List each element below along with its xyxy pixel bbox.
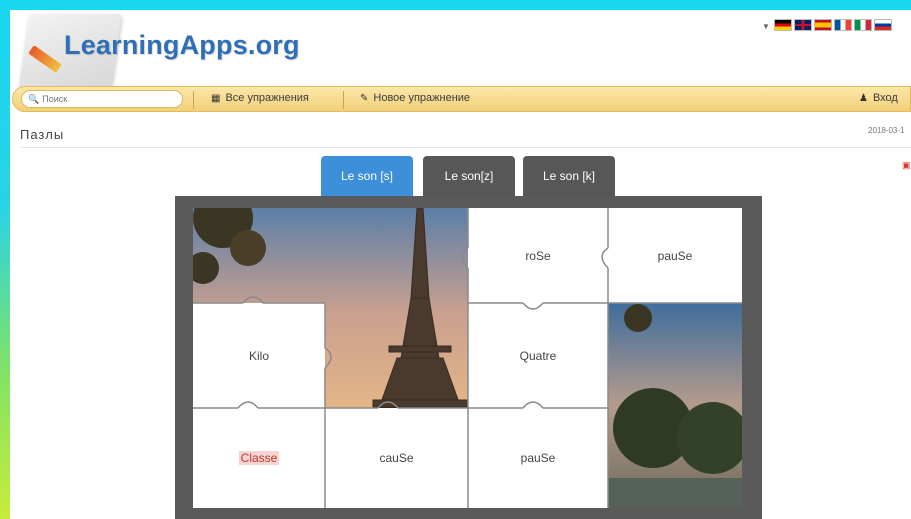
tile-rose-label: roSe: [525, 248, 551, 263]
login-link[interactable]: ♟ Вход: [859, 92, 898, 104]
tile-rose[interactable]: roSe: [468, 208, 608, 303]
login-label: Вход: [872, 92, 898, 104]
tile-pause-bottom-label: pauSe: [520, 451, 556, 465]
tab-le-son-z[interactable]: Le son[z]: [423, 156, 515, 196]
pencil-icon: ✎: [360, 92, 369, 104]
new-exercise-label: Новое упражнение: [373, 92, 471, 104]
tab-le-son-k[interactable]: Le son [k]: [523, 156, 615, 196]
tile-pause-top[interactable]: pauSe: [608, 208, 742, 303]
tile-classe[interactable]: Classe: [193, 408, 325, 508]
tile-quatre-label: Quatre: [519, 348, 557, 363]
spanish-flag-icon[interactable]: [814, 19, 832, 31]
search-input[interactable]: [42, 94, 173, 104]
italian-flag-icon[interactable]: [854, 19, 872, 31]
french-flag-icon[interactable]: [834, 19, 852, 31]
title-divider: [20, 147, 911, 148]
grid-icon: ▦: [211, 92, 221, 104]
fullscreen-icon[interactable]: ▣: [902, 160, 911, 171]
new-exercise-link[interactable]: ✎ Новое упражнение: [360, 92, 470, 104]
tab-le-son-s[interactable]: Le son [s]: [321, 156, 413, 196]
tile-cause[interactable]: cauSe: [325, 408, 468, 508]
all-exercises-link[interactable]: ▦ Все упражнения: [211, 92, 309, 104]
tile-kilo-label: Kilo: [248, 348, 269, 363]
page-date: 2018-03-1: [868, 126, 905, 135]
tile-quatre[interactable]: Quatre: [468, 303, 608, 408]
tile-cause-label: cauSe: [379, 451, 414, 465]
puzzle-board: roSe pauSe Kilo Quatre Classe cauSe pauS…: [193, 208, 742, 508]
german-flag-icon[interactable]: [774, 19, 792, 31]
search-box[interactable]: 🔍: [21, 90, 183, 108]
nav-divider: [193, 91, 194, 109]
main-navbar: 🔍 ▦ Все упражнения ✎ Новое упражнение ♟ …: [12, 86, 911, 112]
all-exercises-label: Все упражнения: [225, 92, 309, 104]
russian-flag-icon[interactable]: [874, 19, 892, 31]
language-flags: [774, 19, 892, 31]
tile-classe-label: Classe: [238, 451, 280, 465]
user-icon: ♟: [859, 92, 868, 104]
site-logo[interactable]: LearningApps.org: [64, 30, 300, 61]
search-icon: 🔍: [28, 93, 40, 104]
page-title: Пазлы: [20, 127, 65, 142]
tile-kilo[interactable]: Kilo: [193, 303, 325, 408]
nav-divider: [343, 91, 344, 109]
english-flag-icon[interactable]: [794, 19, 812, 31]
puzzle-frame: roSe pauSe Kilo Quatre Classe cauSe pauS…: [175, 196, 762, 519]
tile-pause-bottom[interactable]: pauSe: [468, 408, 608, 508]
tile-pause-top-label: pauSe: [657, 248, 693, 263]
page: LearningApps.org ▼ 🔍 ▦ Все упражнения ✎ …: [10, 10, 911, 519]
language-dropdown-icon[interactable]: ▼: [762, 22, 770, 31]
